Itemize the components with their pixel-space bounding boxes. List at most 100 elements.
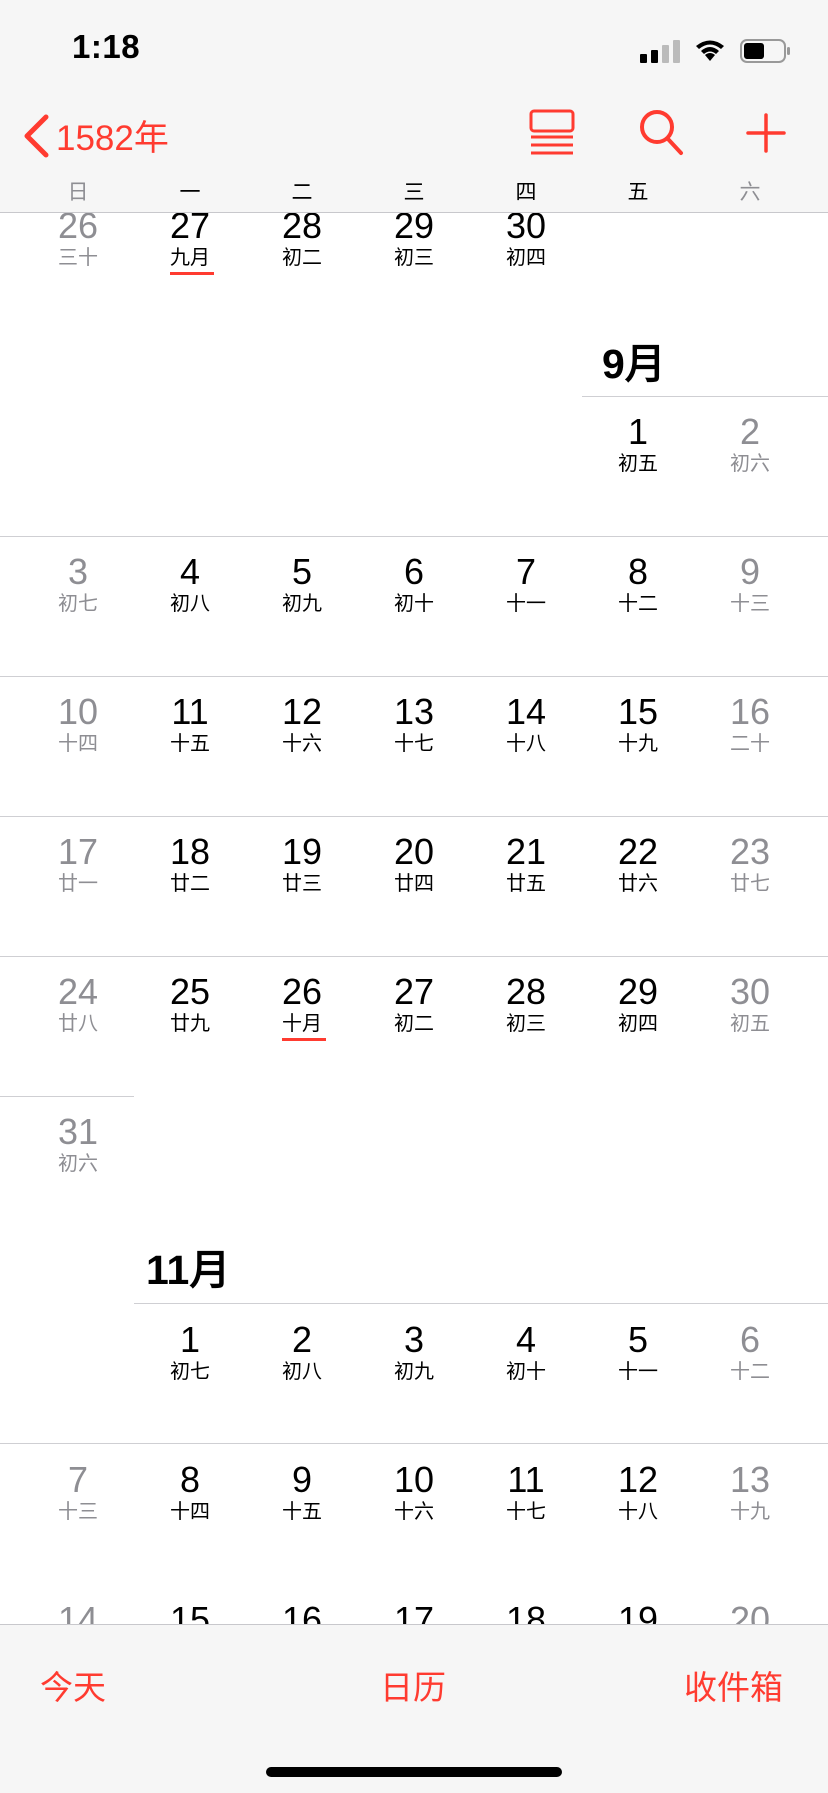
lunar-date: 十七 bbox=[394, 733, 434, 755]
lunar-date: 初七 bbox=[170, 1361, 210, 1383]
search-icon[interactable] bbox=[638, 108, 684, 156]
day-cell[interactable]: 7 十三 bbox=[22, 1460, 134, 1524]
day-number: 8 bbox=[627, 551, 649, 592]
day-cell[interactable]: 16 二十 bbox=[694, 692, 806, 756]
day-cell[interactable]: 21 廿五 bbox=[470, 832, 582, 896]
day-cell[interactable]: 23 廿七 bbox=[694, 832, 806, 896]
day-cell[interactable]: 9 十五 bbox=[246, 1460, 358, 1524]
day-number: 7 bbox=[67, 1459, 89, 1500]
nav-bar: 1582年 日 一 二 三 四 五 六 bbox=[0, 100, 828, 213]
lunar-date: 十九 bbox=[618, 733, 658, 755]
day-number: 12 bbox=[617, 1459, 659, 1500]
day-cell[interactable]: 27 九月 bbox=[134, 206, 246, 275]
day-number: 18 bbox=[169, 831, 211, 872]
day-number: 20 bbox=[393, 831, 435, 872]
weekday-label: 五 bbox=[627, 181, 649, 204]
lunar-date: 廿二 bbox=[170, 873, 210, 895]
day-number: 15 bbox=[617, 691, 659, 732]
day-number: 12 bbox=[281, 691, 323, 732]
chevron-left-icon bbox=[24, 114, 49, 157]
lunar-date: 初五 bbox=[730, 1013, 770, 1035]
day-cell[interactable]: 2 初六 bbox=[694, 412, 806, 476]
lunar-date: 初九 bbox=[282, 593, 322, 615]
day-cell[interactable]: 14 十八 bbox=[470, 692, 582, 756]
day-cell[interactable]: 15 十九 bbox=[582, 692, 694, 756]
day-cell[interactable]: 6 初十 bbox=[358, 552, 470, 616]
month-start-underline bbox=[282, 1038, 326, 1041]
week-separator bbox=[0, 1443, 828, 1444]
day-cell[interactable]: 10 十四 bbox=[22, 692, 134, 756]
day-cell[interactable]: 8 十二 bbox=[582, 552, 694, 616]
back-button[interactable]: 1582年 bbox=[22, 110, 169, 161]
day-cell[interactable]: 5 初九 bbox=[246, 552, 358, 616]
day-cell[interactable]: 6 十二 bbox=[694, 1320, 806, 1384]
day-number: 8 bbox=[179, 1459, 201, 1500]
list-view-icon[interactable] bbox=[528, 108, 576, 156]
day-cell[interactable]: 28 初三 bbox=[470, 972, 582, 1036]
status-time: 1:18 bbox=[72, 28, 141, 65]
day-cell[interactable]: 22 廿六 bbox=[582, 832, 694, 896]
day-number: 4 bbox=[179, 551, 201, 592]
day-cell[interactable]: 11 十七 bbox=[470, 1460, 582, 1524]
day-cell[interactable]: 2 初八 bbox=[246, 1320, 358, 1384]
lunar-date: 十三 bbox=[58, 1501, 98, 1523]
day-cell[interactable]: 26 十月 bbox=[246, 971, 358, 1041]
day-number: 4 bbox=[515, 1319, 537, 1360]
day-cell[interactable]: 24 廿八 bbox=[22, 972, 134, 1036]
inbox-button[interactable]: 收件箱 bbox=[684, 1661, 783, 1709]
day-cell[interactable]: 12 十六 bbox=[246, 692, 358, 756]
day-cell[interactable]: 25 廿九 bbox=[134, 972, 246, 1036]
lunar-date: 二十 bbox=[730, 733, 770, 755]
day-number: 7 bbox=[515, 551, 537, 592]
day-number: 22 bbox=[617, 831, 659, 872]
lunar-date: 初三 bbox=[394, 247, 434, 269]
day-number: 11 bbox=[507, 1459, 545, 1500]
day-number: 23 bbox=[729, 831, 771, 872]
day-cell[interactable]: 1 初五 bbox=[582, 412, 694, 476]
lunar-date: 十六 bbox=[282, 733, 322, 755]
day-cell[interactable]: 26 三十 bbox=[22, 206, 134, 270]
day-cell[interactable]: 28 初二 bbox=[246, 206, 358, 270]
day-cell[interactable]: 20 廿四 bbox=[358, 832, 470, 896]
day-cell[interactable]: 4 初八 bbox=[134, 552, 246, 616]
day-cell[interactable]: 3 初七 bbox=[22, 552, 134, 616]
day-cell[interactable]: 10 十六 bbox=[358, 1460, 470, 1524]
day-number: 2 bbox=[739, 411, 761, 452]
month-title: 11月 bbox=[146, 1247, 231, 1293]
day-number: 13 bbox=[729, 1459, 771, 1500]
day-cell[interactable]: 11 十五 bbox=[134, 692, 246, 756]
day-cell[interactable]: 9 十三 bbox=[694, 552, 806, 616]
day-cell[interactable]: 1 初七 bbox=[134, 1320, 246, 1384]
day-number: 27 bbox=[393, 971, 435, 1012]
day-cell[interactable]: 19 廿三 bbox=[246, 832, 358, 896]
day-cell[interactable]: 13 十七 bbox=[358, 692, 470, 756]
day-cell[interactable]: 13 十九 bbox=[694, 1460, 806, 1524]
day-number: 24 bbox=[57, 971, 99, 1012]
day-cell[interactable]: 27 初二 bbox=[358, 972, 470, 1036]
lunar-date: 廿七 bbox=[730, 873, 770, 895]
day-cell[interactable]: 7 十一 bbox=[470, 552, 582, 616]
day-cell[interactable]: 30 初四 bbox=[470, 206, 582, 270]
month-title: 9月 bbox=[602, 341, 666, 387]
calendars-button[interactable]: 日历 bbox=[380, 1661, 446, 1709]
day-cell[interactable]: 5 十一 bbox=[582, 1320, 694, 1384]
day-cell[interactable]: 29 初三 bbox=[358, 206, 470, 270]
day-cell[interactable]: 17 廿一 bbox=[22, 832, 134, 896]
day-number: 1 bbox=[627, 411, 649, 452]
lunar-date: 十月 bbox=[282, 1013, 322, 1035]
day-cell[interactable]: 8 十四 bbox=[134, 1460, 246, 1524]
day-number: 2 bbox=[291, 1319, 313, 1360]
lunar-date: 廿六 bbox=[618, 873, 658, 895]
add-icon[interactable] bbox=[746, 108, 786, 156]
day-cell[interactable]: 4 初十 bbox=[470, 1320, 582, 1384]
day-number: 1 bbox=[179, 1319, 201, 1360]
day-cell[interactable]: 29 初四 bbox=[582, 972, 694, 1036]
day-cell[interactable]: 3 初九 bbox=[358, 1320, 470, 1384]
day-cell[interactable]: 30 初五 bbox=[694, 972, 806, 1036]
day-cell[interactable]: 18 廿二 bbox=[134, 832, 246, 896]
day-cell[interactable]: 31 初六 bbox=[22, 1112, 134, 1176]
day-cell[interactable]: 12 十八 bbox=[582, 1460, 694, 1524]
day-number: 26 bbox=[281, 971, 323, 1012]
lunar-date: 初五 bbox=[618, 453, 658, 475]
today-button[interactable]: 今天 bbox=[40, 1661, 106, 1709]
